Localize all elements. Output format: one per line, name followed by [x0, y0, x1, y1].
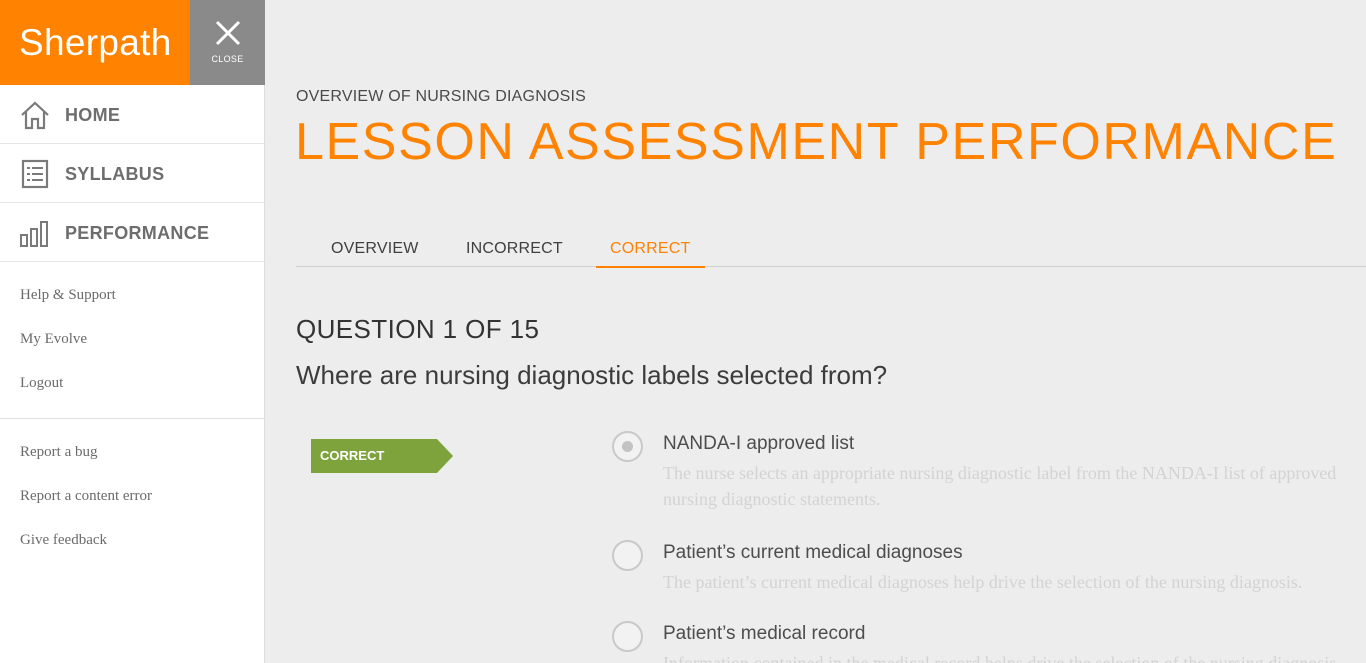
breadcrumb: OVERVIEW OF NURSING DIAGNOSIS — [296, 88, 586, 105]
answer-radio-selected[interactable] — [612, 431, 643, 462]
nav-item-performance[interactable]: PERFORMANCE — [0, 203, 265, 262]
feedback-links: Report a bug Report a content error Give… — [0, 430, 265, 562]
tab-incorrect[interactable]: INCORRECT — [466, 232, 563, 266]
my-evolve-link[interactable]: My Evolve — [0, 317, 265, 361]
page-title: LESSON ASSESSMENT PERFORMANCE — [295, 113, 1338, 171]
sherpath-logo[interactable]: Sherpath — [0, 0, 190, 85]
tab-overview[interactable]: OVERVIEW — [331, 232, 419, 266]
answer-label: NANDA-I approved list — [663, 433, 855, 454]
account-links: Help & Support My Evolve Logout — [0, 262, 265, 419]
correct-badge: CORRECT — [311, 439, 453, 473]
answer-rationale: The patient’s current medical diagnoses … — [663, 572, 1303, 592]
tab-bar: OVERVIEW INCORRECT CORRECT — [296, 232, 1366, 268]
main-content: OVERVIEW OF NURSING DIAGNOSIS LESSON ASS… — [266, 0, 1366, 663]
syllabus-icon — [21, 159, 49, 189]
report-bug-link[interactable]: Report a bug — [0, 430, 265, 474]
answer-radio[interactable] — [612, 540, 643, 571]
nav-item-home[interactable]: HOME — [0, 85, 265, 144]
answer-radio[interactable] — [612, 621, 643, 652]
main-nav: HOME SYLLABUS PERFORMANCE — [0, 85, 265, 262]
home-icon — [21, 101, 49, 130]
close-label: CLOSE — [211, 54, 244, 64]
performance-chart-icon — [20, 221, 48, 247]
answer-label: Patient’s medical record — [663, 623, 866, 644]
answer-rationale: The nurse selects an appropriate nursing… — [663, 463, 1337, 509]
nav-label-performance: PERFORMANCE — [65, 223, 210, 243]
question-text: Where are nursing diagnostic labels sele… — [296, 360, 888, 390]
logout-link[interactable]: Logout — [0, 361, 265, 405]
help-support-link[interactable]: Help & Support — [0, 273, 265, 317]
nav-label-home: HOME — [65, 105, 121, 125]
tab-correct[interactable]: CORRECT — [596, 232, 705, 268]
answer-label: Patient’s current medical diagnoses — [663, 542, 963, 563]
answer-rationale: Information contained in the medical rec… — [663, 653, 1341, 663]
question-number: QUESTION 1 OF 15 — [296, 314, 540, 344]
give-feedback-link[interactable]: Give feedback — [0, 518, 265, 562]
brand-bar: Sherpath CLOSE — [0, 0, 265, 85]
close-icon — [215, 20, 241, 46]
nav-label-syllabus: SYLLABUS — [65, 164, 165, 184]
close-menu-button[interactable]: CLOSE — [190, 0, 265, 85]
report-content-error-link[interactable]: Report a content error — [0, 474, 265, 518]
app-window: Sherpath CLOSE HOME SYLLABUS PERFORMANCE… — [0, 0, 1366, 663]
sidebar: Sherpath CLOSE HOME SYLLABUS PERFORMANCE… — [0, 0, 265, 663]
nav-item-syllabus[interactable]: SYLLABUS — [0, 144, 265, 203]
